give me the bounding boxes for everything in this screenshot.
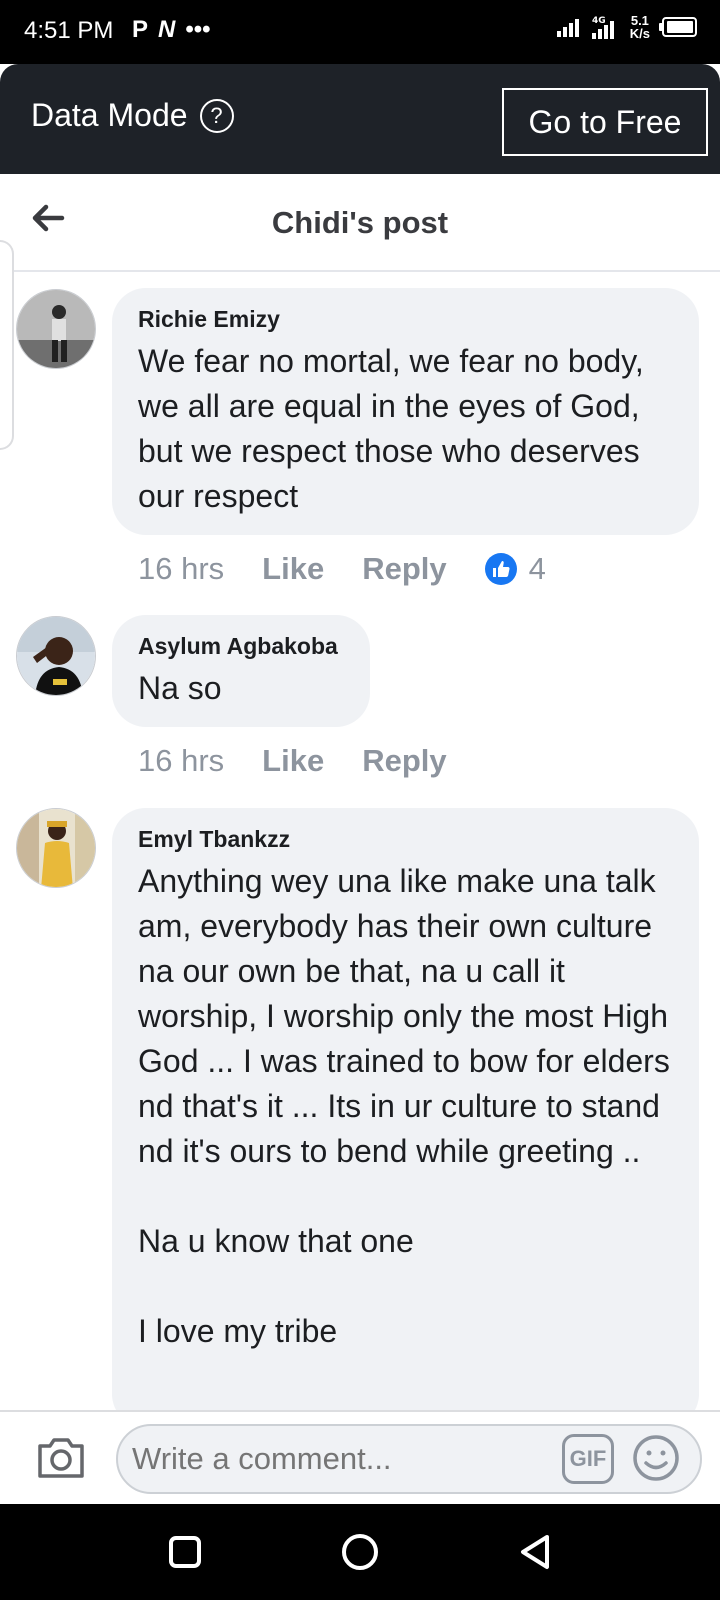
svg-text:4G: 4G: [592, 16, 606, 26]
n-icon: N: [158, 16, 176, 43]
comment-text: Na so: [138, 670, 222, 706]
avatar-image: [17, 617, 95, 695]
avatar[interactable]: [16, 289, 96, 369]
comment-bubble[interactable]: Richie Emizy We fear no mortal, we fear …: [112, 288, 699, 535]
status-time: 4:51 PM: [24, 17, 114, 44]
reply-button[interactable]: Reply: [362, 743, 446, 779]
drawer-edge[interactable]: [0, 240, 14, 450]
comment-author[interactable]: Richie Emizy: [138, 306, 673, 333]
avatar-image: [17, 290, 95, 368]
help-icon[interactable]: ?: [199, 98, 234, 133]
p-icon: P: [132, 16, 149, 43]
comment-bubble[interactable]: Emyl Tbankzz Anything wey una like make …: [112, 808, 699, 1428]
comment-author[interactable]: Asylum Agbakoba: [138, 633, 344, 660]
signal-icon: [556, 19, 579, 37]
data-mode-bar: Data Mode ? Go to Free: [0, 64, 720, 174]
signal-4g-icon: 4G 4G: [591, 16, 614, 39]
back-button[interactable]: [515, 1532, 555, 1572]
battery-icon: [659, 17, 697, 37]
recents-button[interactable]: [165, 1532, 205, 1572]
status-notification-icons: P N •••: [132, 16, 211, 44]
comment-input[interactable]: [116, 1424, 702, 1494]
avatar[interactable]: [16, 808, 96, 888]
home-button[interactable]: [340, 1532, 380, 1572]
page-title: Chidi's post: [271, 205, 449, 240]
camera-icon[interactable]: [36, 1434, 86, 1480]
comment-text: Anything wey una like make una talk am, …: [138, 863, 670, 1349]
like-button[interactable]: Like: [262, 551, 324, 587]
comment-composer: GIF: [0, 1410, 720, 1504]
comment-bubble[interactable]: Asylum Agbakoba Na so: [112, 615, 370, 727]
data-mode-title: Data Mode ?: [31, 97, 234, 134]
emoji-icon[interactable]: [632, 1434, 680, 1482]
gif-icon[interactable]: GIF: [562, 1434, 614, 1484]
post-header: Chidi's post: [0, 174, 720, 272]
more-dots-icon: •••: [185, 16, 211, 43]
status-bar: 4:51 PM P N ••• 4G 4G 5.1 K/s: [0, 0, 720, 64]
comment-time: 16 hrs: [138, 551, 225, 586]
comment-actions: 16 hrs Like Reply: [138, 743, 485, 779]
comment-author[interactable]: Emyl Tbankzz: [138, 826, 673, 853]
avatar-image: [17, 809, 95, 887]
reaction-count[interactable]: 4: [529, 551, 546, 587]
status-right-icons: 4G 4G 5.1 K/s: [556, 14, 698, 40]
reply-button[interactable]: Reply: [362, 551, 446, 587]
data-mode-label: Data Mode: [31, 97, 188, 133]
speed-unit: K/s: [629, 26, 650, 41]
comment-actions: 16 hrs Like Reply 4: [138, 551, 546, 587]
thumbs-up-icon[interactable]: [484, 553, 517, 585]
go-to-free-button[interactable]: Go to Free: [502, 88, 708, 156]
comment-text: We fear no mortal, we fear no body, we a…: [138, 343, 644, 514]
comment-time: 16 hrs: [138, 743, 225, 778]
like-button[interactable]: Like: [262, 743, 324, 779]
system-nav-bar: [0, 1504, 720, 1600]
avatar[interactable]: [16, 616, 96, 696]
network-speed: 5.1 K/s: [630, 14, 650, 40]
